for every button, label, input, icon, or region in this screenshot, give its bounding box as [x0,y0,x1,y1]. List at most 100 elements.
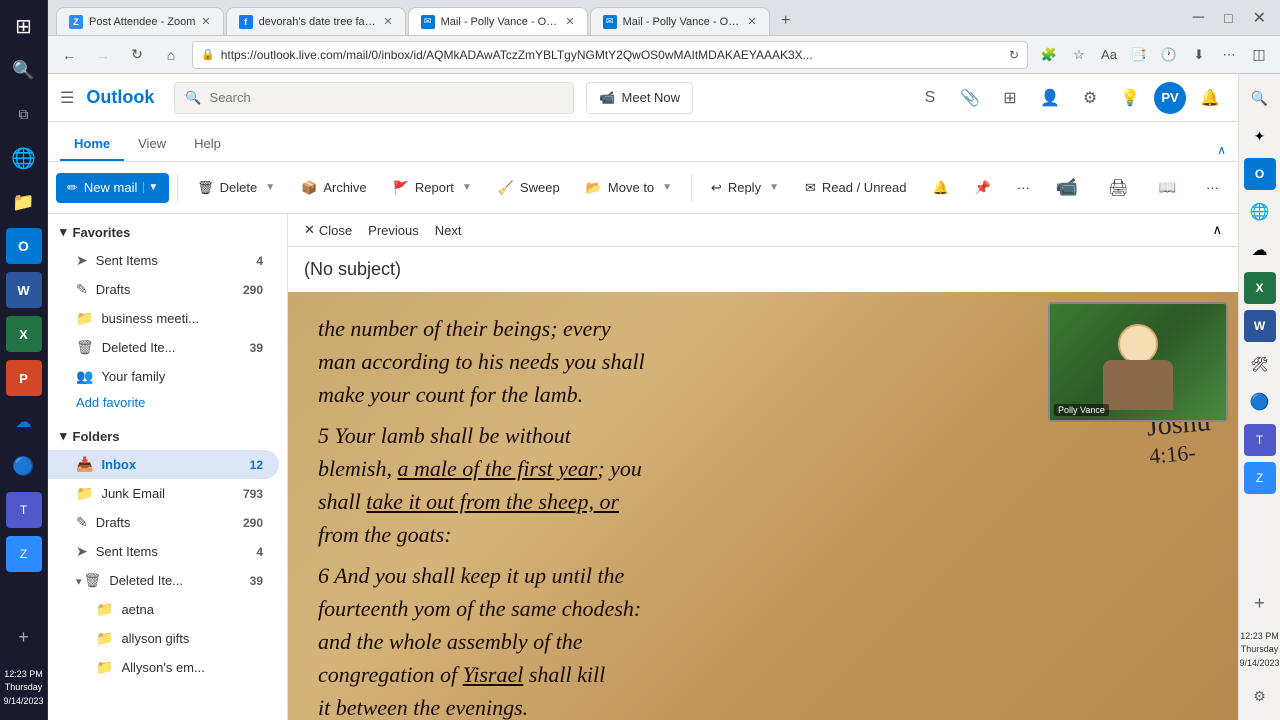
downloads-icon[interactable]: ⬇ [1186,42,1212,68]
task-view-icon[interactable]: ⧉ [6,96,42,132]
move-dropdown-arrow[interactable]: ▼ [662,182,672,193]
edge-sidebar-word-icon[interactable]: W [1244,310,1276,342]
new-tab-button[interactable]: + [772,7,800,35]
immersive-reader-button[interactable]: 📖 [1148,172,1187,203]
user-avatar[interactable]: PV [1154,82,1186,114]
sidebar-item-allyson-em[interactable]: 📁 Allyson's em... [48,653,279,682]
add-icon[interactable]: + [6,620,42,656]
previous-button[interactable]: Previous [368,223,419,238]
sweep-button[interactable]: 🧹 Sweep [487,173,571,203]
edge-sidebar-icon[interactable]: ◫ [1246,42,1272,68]
chrome-icon[interactable]: 🔵 [6,448,42,484]
tab-zoom[interactable]: Z Post Attendee - Zoom ✕ [56,7,224,35]
sidebar-item-drafts[interactable]: ✎ Drafts 290 [48,508,279,537]
sidebar-item-favorites-drafts[interactable]: ✎ Drafts 290 [48,275,279,304]
ribbon-more-button[interactable]: ··· [1195,173,1230,202]
forward-button[interactable]: → [90,42,116,68]
refresh-icon[interactable]: ↻ [1009,48,1019,62]
sidebar-item-deleted-fav[interactable]: 🗑 Deleted Ite... 39 [48,333,279,362]
close-email-button[interactable]: ✕ Close [304,222,352,238]
edge-sidebar-excel-icon[interactable]: X [1244,272,1276,304]
flag-button[interactable]: 🔔 [921,173,959,203]
tab-fb[interactable]: f devorah's date tree facebook - ✕ [226,7,406,35]
new-mail-dropdown-arrow[interactable]: ▼ [143,182,158,193]
reply-button[interactable]: ↩ Reply ▼ [700,173,790,203]
delete-dropdown-arrow[interactable]: ▼ [265,182,275,193]
edge-sidebar-copilot-icon[interactable]: ✦ [1244,120,1276,152]
history-icon[interactable]: 🕐 [1156,42,1182,68]
reading-list-icon[interactable]: 📑 [1126,42,1152,68]
back-button[interactable]: ← [56,42,82,68]
zoom-button[interactable]: 📹 [1045,170,1089,205]
people-icon[interactable]: 👤 [1034,82,1066,114]
settings-header-icon[interactable]: ⚙ [1074,82,1106,114]
sidebar-item-allyson-gifts[interactable]: 📁 allyson gifts [48,624,279,653]
apps-icon[interactable]: ⊞ [994,82,1026,114]
minimize-button[interactable]: ─ [1187,9,1210,27]
sidebar-item-deleted[interactable]: ▾🗑 Deleted Ite... 39 [48,566,279,595]
sharepoint-icon[interactable]: 📎 [954,82,986,114]
tab-outlook2-close[interactable]: ✕ [747,15,756,28]
tab-fb-close[interactable]: ✕ [383,15,392,28]
favorites-header[interactable]: ▾ Favorites [48,218,287,246]
outlook-taskbar-icon[interactable]: O [6,228,42,264]
print-button[interactable]: 🖨 [1097,171,1139,205]
report-button[interactable]: 🚩 Report ▼ [382,173,483,203]
folders-header[interactable]: ▾ Folders [48,422,287,450]
tab-zoom-close[interactable]: ✕ [201,15,210,28]
report-dropdown-arrow[interactable]: ▼ [462,182,472,193]
edge-sidebar-search-icon[interactable]: 🔍 [1244,82,1276,114]
add-favorite-link[interactable]: Add favorite [48,391,287,414]
skype-icon[interactable]: S [914,82,946,114]
explorer-icon[interactable]: 📁 [6,184,42,220]
onedrive-icon[interactable]: ☁ [6,404,42,440]
search-taskbar-icon[interactable]: 🔍 [6,52,42,88]
archive-button[interactable]: 📦 Archive [290,173,378,203]
close-button[interactable]: ✕ [1247,8,1272,28]
notifications-icon[interactable]: 🔔 [1194,82,1226,114]
edge-sidebar-edge-icon[interactable]: 🌐 [1244,196,1276,228]
collapse-ribbon-btn[interactable]: ∧ [1217,143,1226,161]
search-input[interactable] [210,90,564,105]
extensions-icon[interactable]: 🧩 [1036,42,1062,68]
sidebar-item-business[interactable]: 📁 business meeti... [48,304,279,333]
settings-icon[interactable]: ⋯ [1216,42,1242,68]
meet-now-button[interactable]: 📹 Meet Now [586,82,693,114]
maximize-button[interactable]: □ [1218,10,1238,26]
edge-sidebar-add-icon[interactable]: + [1244,588,1276,620]
teams-icon[interactable]: T [6,492,42,528]
powerpoint-icon[interactable]: P [6,360,42,396]
delete-button[interactable]: 🗑 Delete ▼ [186,173,286,203]
edge-icon[interactable]: 🌐 [6,140,42,176]
edge-sidebar-settings-icon[interactable]: ⚙ [1244,680,1276,712]
move-to-button[interactable]: 📂 Move to ▼ [575,173,683,203]
reload-button[interactable]: ↻ [124,42,150,68]
sidebar-item-sent[interactable]: ➤ Sent Items 4 [48,537,279,566]
sidebar-item-your-family[interactable]: 👥 Your family [48,362,279,391]
pin-button[interactable]: 📌 [964,173,1002,203]
reply-dropdown-arrow[interactable]: ▼ [769,182,779,193]
help-icon[interactable]: 💡 [1114,82,1146,114]
edge-sidebar-outlook-icon[interactable]: O [1244,158,1276,190]
sidebar-item-inbox[interactable]: 📥 Inbox 12 [48,450,279,479]
new-mail-button[interactable]: ✏ New mail ▼ [56,173,169,203]
sidebar-item-favorites-sent[interactable]: ➤ Sent Items 4 [48,246,279,275]
reading-pane-expand[interactable]: ∧ [1212,222,1222,238]
start-menu-icon[interactable]: ⊞ [6,8,42,44]
read-unread-button[interactable]: ✉ Read / Unread [794,173,917,203]
zoom-taskbar-icon[interactable]: Z [6,536,42,572]
edge-sidebar-onedrive-icon[interactable]: ☁ [1244,234,1276,266]
tab-view[interactable]: View [124,128,180,161]
tab-home[interactable]: Home [60,128,124,161]
next-button[interactable]: Next [435,223,462,238]
reader-view-icon[interactable]: Aa [1096,42,1122,68]
favorites-icon[interactable]: ☆ [1066,42,1092,68]
word-icon[interactable]: W [6,272,42,308]
search-box[interactable]: 🔍 [174,82,574,114]
sidebar-item-junk[interactable]: 📁 Junk Email 793 [48,479,279,508]
tab-outlook2[interactable]: ✉ Mail - Polly Vance - Outlook ✕ [590,7,770,35]
edge-sidebar-zoom-icon[interactable]: Z [1244,462,1276,494]
sidebar-item-aetna[interactable]: 📁 aetna [48,595,279,624]
home-button[interactable]: ⌂ [158,42,184,68]
address-bar[interactable]: 🔒 https://outlook.live.com/mail/0/inbox/… [192,41,1028,69]
